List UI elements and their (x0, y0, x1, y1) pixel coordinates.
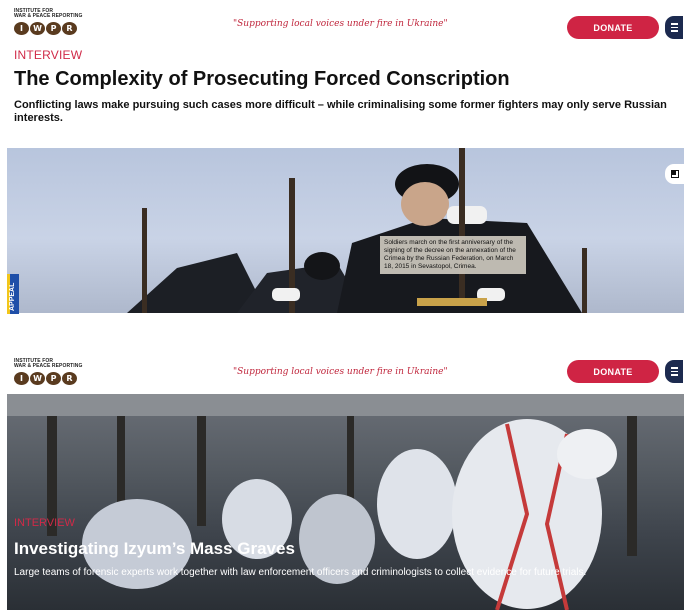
logo-letter: R (62, 22, 77, 35)
article-title: The Complexity of Prosecuting Forced Con… (14, 68, 510, 90)
donate-button[interactable]: DONATE (567, 360, 659, 383)
article-hero-image (7, 148, 684, 313)
feature-title[interactable]: Investigating Izyum’s Mass Graves (14, 539, 295, 559)
site-header-sticky: INSTITUTE FOR WAR & PEACE REPORTING I W … (0, 354, 684, 394)
image-caption: Soldiers march on the first anniversary … (380, 236, 526, 274)
feature-kicker[interactable]: INTERVIEW (14, 517, 75, 529)
hamburger-icon[interactable] (665, 360, 683, 383)
article-kicker[interactable]: INTERVIEW (14, 48, 82, 62)
logo-letter: W (30, 372, 45, 385)
logo-letter: P (46, 22, 61, 35)
iwpr-logo[interactable]: INSTITUTE FOR WAR & PEACE REPORTING I W … (14, 9, 94, 35)
logo-circles: I W P R (14, 372, 94, 385)
tagline: "Supporting local voices under fire in U… (233, 19, 448, 29)
tagline: "Supporting local voices under fire in U… (233, 367, 448, 377)
appeal-label: APPEAL (9, 282, 16, 311)
logo-letter: P (46, 372, 61, 385)
expand-icon[interactable] (665, 164, 684, 184)
donate-button[interactable]: DONATE (567, 16, 659, 39)
image-sky (7, 394, 684, 416)
hamburger-icon[interactable] (665, 16, 683, 39)
logo-line-2: WAR & PEACE REPORTING (14, 363, 83, 369)
site-header: INSTITUTE FOR WAR & PEACE REPORTING I W … (0, 0, 684, 40)
logo-letter: I (14, 372, 29, 385)
logo-line-2: WAR & PEACE REPORTING (14, 13, 83, 19)
logo-letter: R (62, 372, 77, 385)
soldiers-illustration (127, 148, 587, 313)
logo-letter: I (14, 22, 29, 35)
article-subtitle: Conflicting laws make pursuing such case… (14, 99, 667, 124)
logo-circles: I W P R (14, 22, 94, 35)
iwpr-logo[interactable]: INSTITUTE FOR WAR & PEACE REPORTING I W … (14, 359, 94, 385)
appeal-tab[interactable]: APPEAL (7, 274, 19, 314)
feature-description: Large teams of forensic experts work tog… (14, 567, 587, 578)
logo-letter: W (30, 22, 45, 35)
